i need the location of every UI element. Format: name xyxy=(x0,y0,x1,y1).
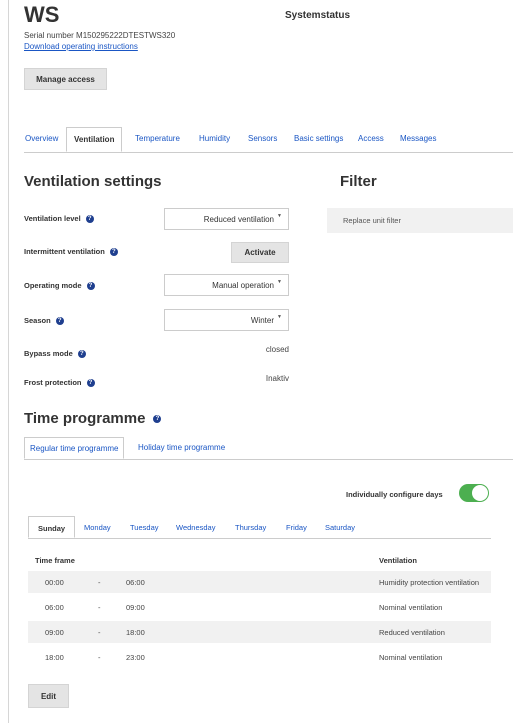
day-tabs: Sunday Monday Tuesday Wednesday Thursday… xyxy=(28,516,491,539)
help-icon[interactable]: ? xyxy=(153,414,162,423)
row-to: 06:00 xyxy=(126,578,145,587)
tab-tuesday[interactable]: Tuesday xyxy=(130,523,159,532)
tab-regular-time-programme[interactable]: Regular time programme xyxy=(24,437,125,459)
chevron-down-icon: ▼ xyxy=(277,279,282,285)
row-from: 00:00 xyxy=(45,578,64,587)
table-row: 18:00 - 23:00 Nominal ventilation xyxy=(28,646,491,668)
help-icon[interactable]: ? xyxy=(85,214,94,223)
chevron-down-icon: ▼ xyxy=(277,213,282,219)
operating-mode-select[interactable]: Manual operation ▼ xyxy=(164,274,289,296)
col-time-frame: Time frame xyxy=(35,556,75,565)
help-icon[interactable]: ? xyxy=(77,349,86,358)
tab-sensors[interactable]: Sensors xyxy=(248,134,277,143)
row-to: 18:00 xyxy=(126,628,145,637)
row-ventilation: Reduced ventilation xyxy=(379,628,445,637)
help-icon[interactable]: ? xyxy=(86,378,95,387)
row-separator: - xyxy=(98,628,101,637)
time-programme-tabs: Regular time programme Holiday time prog… xyxy=(24,437,513,460)
serial-number: Serial number M150295222DTESTWS320 xyxy=(24,31,176,40)
tab-messages[interactable]: Messages xyxy=(400,134,436,143)
chevron-down-icon: ▼ xyxy=(277,314,282,320)
frost-protection-value: Inaktiv xyxy=(265,374,289,383)
season-label: Season? xyxy=(24,316,64,325)
replace-unit-filter-row[interactable]: Replace unit filter xyxy=(327,208,513,233)
tab-overview[interactable]: Overview xyxy=(25,134,58,143)
row-ventilation: Humidity protection ventilation xyxy=(379,578,480,587)
tab-wednesday[interactable]: Wednesday xyxy=(176,523,215,532)
table-row: 06:00 - 09:00 Nominal ventilation xyxy=(28,596,491,618)
tab-temperature[interactable]: Temperature xyxy=(135,134,180,143)
help-icon[interactable]: ? xyxy=(109,247,118,256)
main-tabs: Overview Ventilation Temperature Humidit… xyxy=(24,127,513,153)
help-icon[interactable]: ? xyxy=(55,316,64,325)
filter-heading: Filter xyxy=(340,173,377,190)
row-ventilation: Nominal ventilation xyxy=(379,653,443,662)
ventilation-level-label: Ventilation level? xyxy=(24,214,94,223)
bypass-mode-value: closed xyxy=(265,345,289,354)
tab-humidity[interactable]: Humidity xyxy=(199,134,230,143)
row-separator: - xyxy=(98,578,101,587)
tab-ventilation[interactable]: Ventilation xyxy=(66,127,123,152)
operating-mode-label: Operating mode? xyxy=(24,281,95,290)
frost-protection-label: Frost protection? xyxy=(24,378,95,387)
download-instructions-link[interactable]: Download operating instructions xyxy=(24,42,138,51)
activate-button[interactable]: Activate xyxy=(231,242,289,263)
manage-access-button[interactable]: Manage access xyxy=(24,68,107,90)
ventilation-settings-heading: Ventilation settings xyxy=(24,173,162,190)
table-row: 00:00 - 06:00 Humidity protection ventil… xyxy=(28,571,491,593)
tab-monday[interactable]: Monday xyxy=(84,523,111,532)
configure-days-label: Individually configure days xyxy=(346,490,443,499)
row-to: 09:00 xyxy=(126,603,145,612)
configure-days-toggle[interactable] xyxy=(459,484,489,502)
tab-access[interactable]: Access xyxy=(358,134,384,143)
row-ventilation: Nominal ventilation xyxy=(379,603,443,612)
device-name: WS xyxy=(24,2,60,27)
row-from: 06:00 xyxy=(45,603,64,612)
intermittent-ventilation-label: Intermittent ventilation? xyxy=(24,247,118,256)
season-select[interactable]: Winter ▼ xyxy=(164,309,289,331)
row-to: 23:00 xyxy=(126,653,145,662)
toggle-knob xyxy=(472,485,488,501)
edit-button[interactable]: Edit xyxy=(28,684,69,708)
row-separator: - xyxy=(98,653,101,662)
tab-sunday[interactable]: Sunday xyxy=(28,516,76,538)
time-programme-heading: Time programme? xyxy=(24,410,162,427)
tab-friday[interactable]: Friday xyxy=(286,523,307,532)
ventilation-level-select[interactable]: Reduced ventilation ▼ xyxy=(164,208,289,230)
row-separator: - xyxy=(98,603,101,612)
col-ventilation: Ventilation xyxy=(379,556,417,565)
system-status-title: Systemstatus xyxy=(285,10,351,21)
tab-holiday-time-programme[interactable]: Holiday time programme xyxy=(133,437,230,459)
tab-thursday[interactable]: Thursday xyxy=(235,523,266,532)
table-row: 09:00 - 18:00 Reduced ventilation xyxy=(28,621,491,643)
bypass-mode-label: Bypass mode? xyxy=(24,349,86,358)
row-from: 09:00 xyxy=(45,628,64,637)
row-from: 18:00 xyxy=(45,653,64,662)
tab-saturday[interactable]: Saturday xyxy=(325,523,355,532)
tab-basic-settings[interactable]: Basic settings xyxy=(294,134,343,143)
help-icon[interactable]: ? xyxy=(86,281,95,290)
